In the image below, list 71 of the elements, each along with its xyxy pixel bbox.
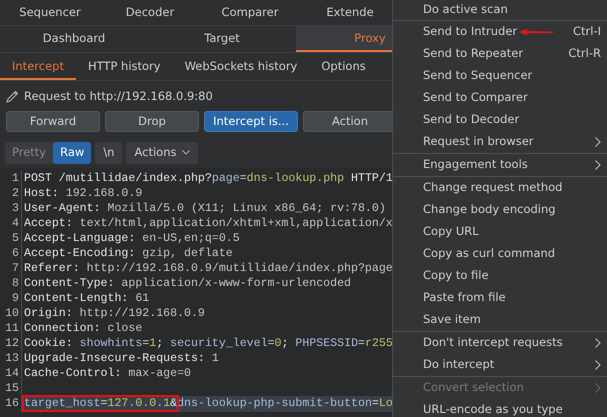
tab[interactable]: Decoder (100, 0, 200, 26)
menu-item[interactable]: Engagement tools (393, 154, 607, 176)
menu-item[interactable]: Request in browser (393, 131, 607, 153)
tab[interactable]: Extende (300, 0, 392, 26)
tab[interactable]: Dashboard (0, 26, 148, 52)
menu-item[interactable]: Send to Comparer (393, 87, 607, 109)
menu-item[interactable]: Send to Decoder (393, 109, 607, 131)
line-number: 6 (0, 246, 22, 261)
code-line: Accept-Encoding: gzip, deflate (23, 246, 234, 261)
line-number: 1 (0, 170, 22, 186)
menu-item[interactable]: Send to Intruder Ctrl-I (393, 21, 607, 43)
code-line: Referer: http://192.168.0.9/mutillidae/index.php?page (23, 260, 392, 276)
tab[interactable]: Options (309, 52, 378, 80)
line-number: 4 (0, 216, 22, 231)
code-line: Cookie: showhints=1; security_level=0; PHPSESSID=r255 (23, 336, 392, 352)
line-number: 2 (0, 186, 22, 201)
menu-item[interactable]: Do active scan (393, 0, 607, 20)
code-line: User-Agent: Mozilla/5.0 (X11; Linux x86_64; rv:78.0) (23, 200, 387, 216)
code-line: Cache-Control: max-age=0 (23, 366, 192, 382)
menu-item[interactable]: Send to Sequencer (393, 65, 607, 87)
view-mode-toggle[interactable]: Raw (53, 142, 92, 164)
menu-item[interactable]: Do intercept (393, 354, 607, 376)
line-number: 16 (0, 396, 22, 412)
code-line: Accept-Language: en-US,en;q=0.5 (23, 230, 241, 246)
tab[interactable]: Sequencer (0, 0, 100, 26)
line-number: 14 (0, 366, 22, 382)
code-line: Content-Type: application/x-www-form-urlencoded (23, 276, 352, 291)
pencil-icon (6, 90, 19, 103)
line-number: 11 (0, 321, 22, 336)
shortcut-label: Ctrl-I (572, 23, 601, 40)
line-number: 9 (0, 291, 22, 306)
tab[interactable]: Target (148, 26, 296, 52)
action-button[interactable]: Intercept is... (204, 111, 298, 132)
code-line: Origin: http://192.168.0.9 (23, 306, 206, 322)
menu-item[interactable]: Copy as curl command (393, 243, 607, 265)
actions-dropdown[interactable]: Actions (126, 142, 198, 164)
code-line: Content-Length: 61 (23, 291, 150, 306)
menu-item[interactable]: Change body encoding (393, 199, 607, 221)
code-line: Connection: close (23, 321, 144, 336)
tab[interactable]: Comparer (200, 0, 300, 26)
tab[interactable]: HTTP history (76, 52, 173, 80)
action-button[interactable]: Forward (6, 111, 100, 132)
menu-item[interactable]: Paste from file (393, 287, 607, 309)
line-number: 7 (0, 260, 22, 276)
line-number: 10 (0, 306, 22, 322)
menu-item[interactable]: URL-encode as you type (393, 399, 607, 417)
code-line: Upgrade-Insecure-Requests: 1 (23, 351, 220, 366)
code-line: POST /mutillidae/index.php?page=dns-lookup.php HTTP/1 (23, 170, 392, 186)
line-number: 15 (0, 381, 22, 396)
action-button[interactable]: Drop (105, 111, 199, 132)
tab[interactable]: Proxy (296, 26, 392, 52)
code-line: Accept: text/html,application/xhtml+xml,application/x (23, 216, 392, 231)
line-number: 3 (0, 200, 22, 216)
menu-item[interactable]: Don't intercept requests (393, 332, 607, 354)
newline-toggle[interactable]: \n (95, 142, 122, 164)
line-number: 13 (0, 351, 22, 366)
line-number: 8 (0, 276, 22, 291)
menu-item[interactable]: Send to Repeater Ctrl-R (393, 43, 607, 65)
line-number: 5 (0, 230, 22, 246)
tab[interactable]: WebSockets history (172, 52, 310, 80)
tab[interactable]: Intercept (0, 52, 76, 80)
caret-icon (182, 150, 190, 156)
code-line: Host: 192.168.0.9 (23, 186, 144, 201)
menu-item[interactable]: Copy URL (393, 221, 607, 243)
menu-item[interactable]: Save item (393, 309, 607, 331)
line-number: 12 (0, 336, 22, 352)
shortcut-label: Ctrl-R (568, 45, 601, 62)
menu-item[interactable]: Change request method (393, 177, 607, 199)
request-url-label: Request to http://192.168.0.9:80 (24, 88, 213, 105)
menu-item[interactable]: Copy to file (393, 265, 607, 287)
action-button[interactable]: Action (303, 111, 392, 132)
